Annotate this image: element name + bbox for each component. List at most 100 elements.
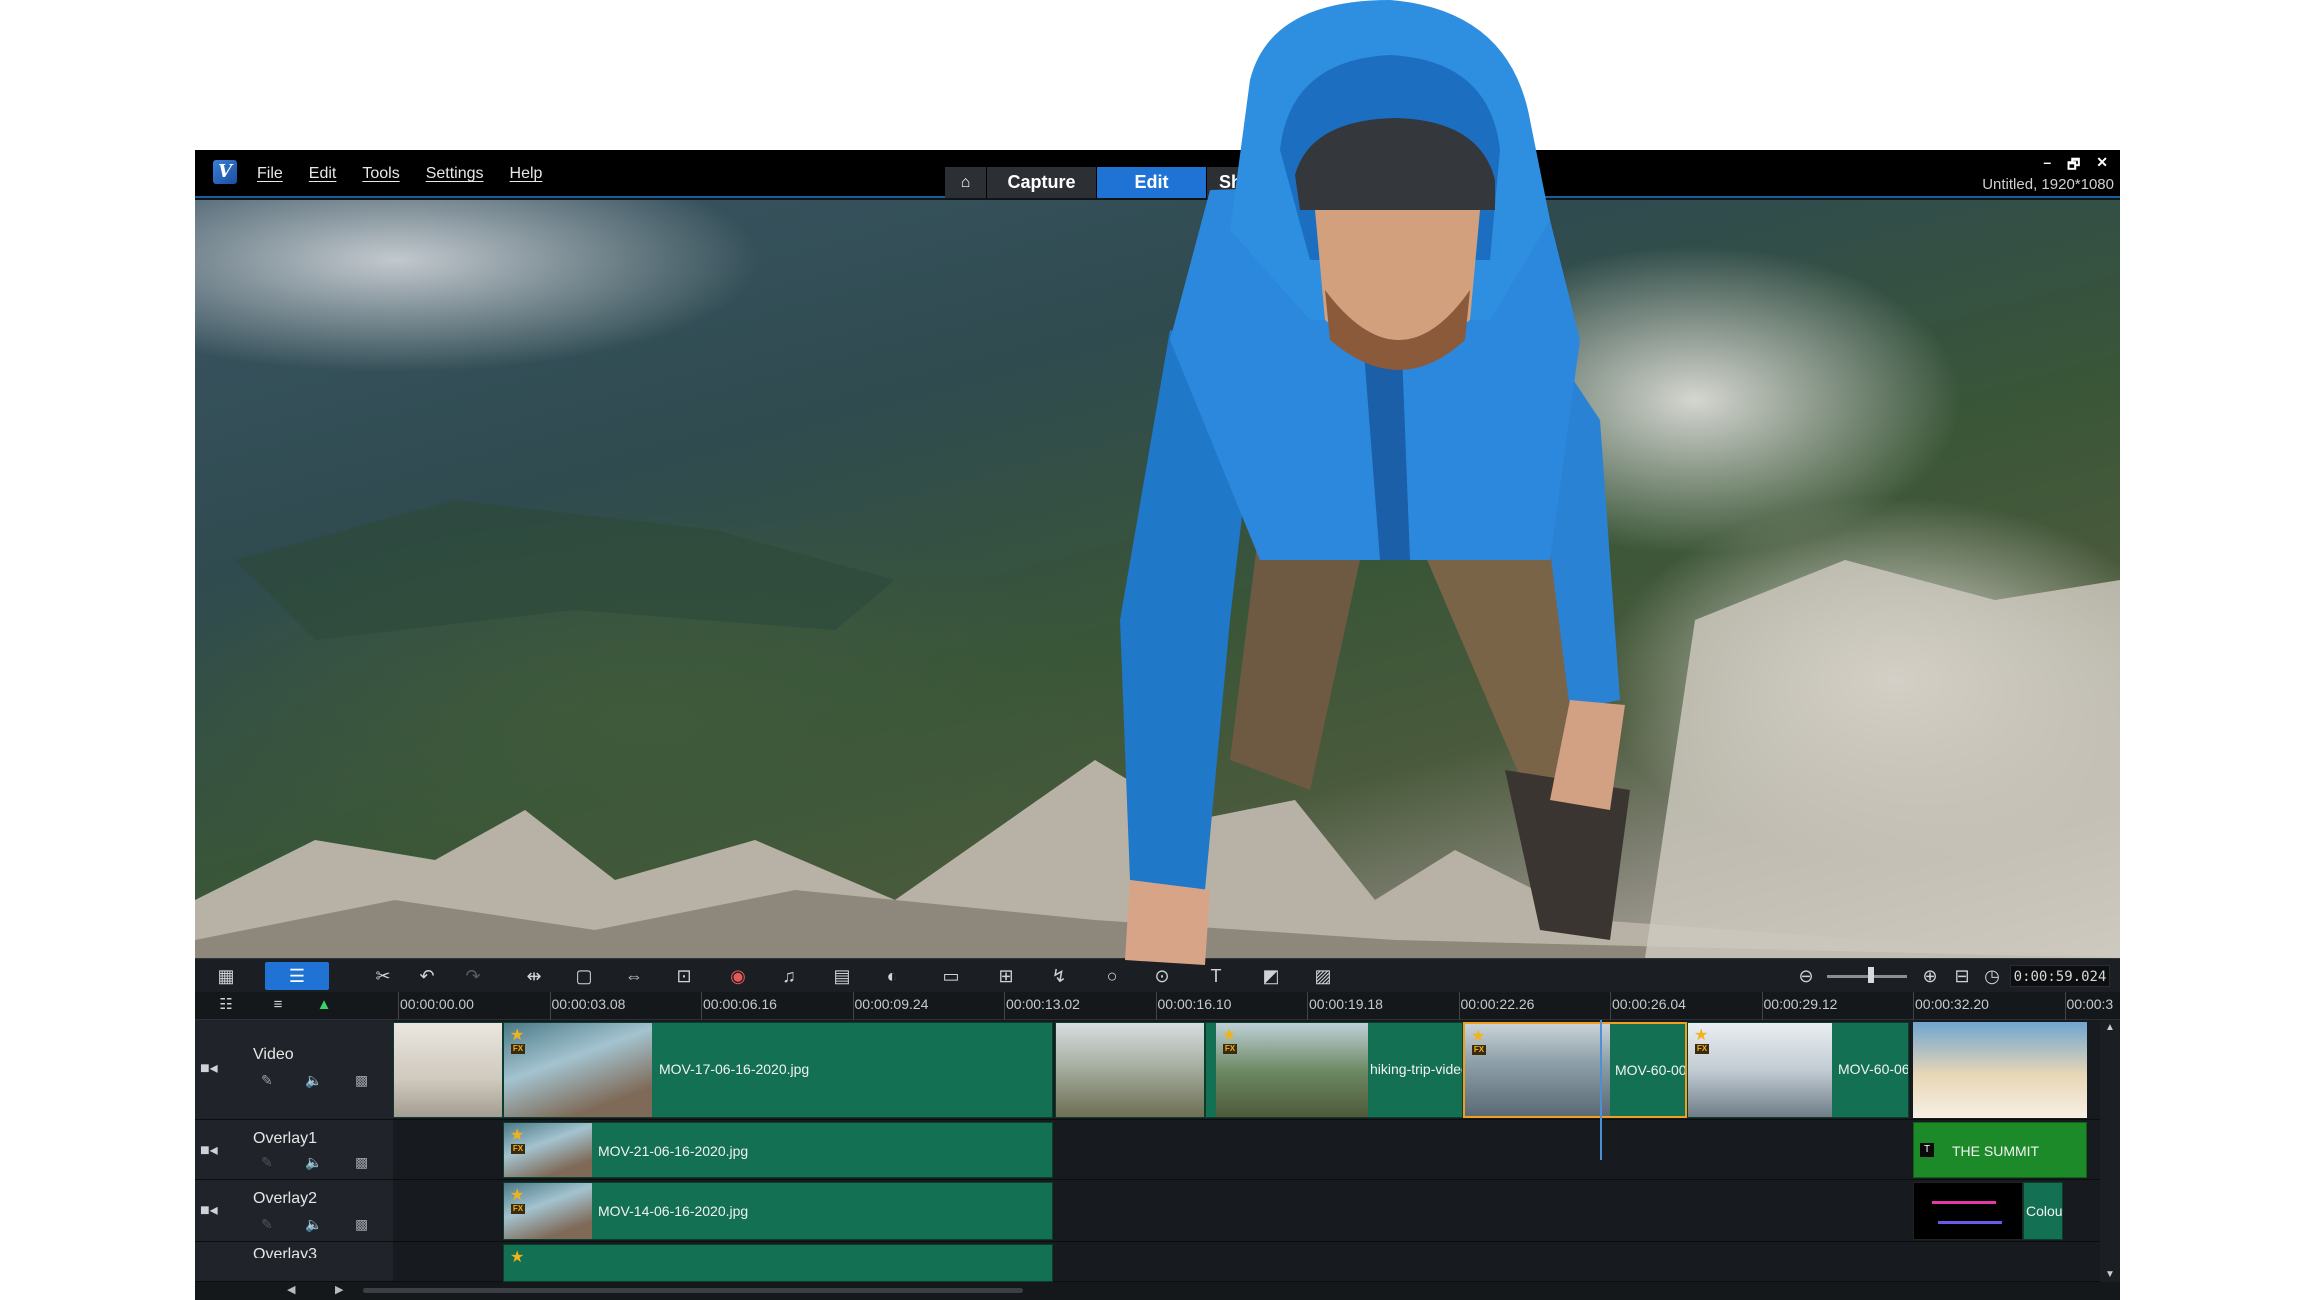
split-screen-icon[interactable]: ⊞ <box>995 966 1017 986</box>
track-header-overlay2: ■◂ Overlay2 ✎ 🔈 ▩ <box>195 1180 393 1242</box>
overlay1-clip[interactable]: ★ FX MOV-21-06-16-2020.jpg <box>503 1122 1053 1178</box>
ripple-edit-icon[interactable]: ✎ <box>261 1216 273 1233</box>
subtitle-icon[interactable]: ▭ <box>940 966 962 986</box>
favorite-star-icon: ★ <box>1471 1028 1486 1045</box>
video-clip-4[interactable]: hi ★ FX hiking-trip-video <box>1205 1022 1463 1118</box>
track-lane-video[interactable]: ★ FX MOV-17-06-16-2020.jpg hi ★ FX hikin… <box>393 1020 2100 1120</box>
timeline-ruler[interactable]: ☷ ≡ ▲ 00:00:00.00 00:00:03.08 00:00:06.16 0… <box>195 992 2120 1020</box>
ripple-edit-icon[interactable]: ✎ <box>261 1154 273 1171</box>
audio-mixer-icon[interactable]: ♫ <box>778 966 800 986</box>
favorite-star-icon: ★ <box>1222 1027 1237 1044</box>
track-options-icon[interactable]: ▩ <box>355 1216 368 1233</box>
ruler-tick-line <box>1761 992 1763 1020</box>
clip-thumbnail <box>1913 1022 2087 1118</box>
playhead[interactable] <box>1600 1020 1602 1160</box>
track-header-video: ■◂ Video ✎ 🔈 ▩ <box>195 1020 393 1120</box>
track-options-icon[interactable]: ▩ <box>355 1154 368 1171</box>
add-marker-icon[interactable]: ▲ <box>313 995 335 1015</box>
zoom-slider-thumb[interactable] <box>1868 967 1874 983</box>
track-manager-icon[interactable]: ☷ <box>215 995 237 1015</box>
clip-label: MOV-21-06-16-2020.jpg <box>598 1143 749 1159</box>
motion-tracking-icon[interactable]: ↯ <box>1048 966 1070 986</box>
mute-icon[interactable]: 🔈 <box>305 1072 322 1089</box>
favorite-star-icon: ★ <box>1694 1027 1709 1044</box>
track-name-overlay3: Overlay3 <box>253 1246 318 1258</box>
overlay-track-icon: ■◂ <box>200 1142 218 1159</box>
close-icon[interactable]: ✕ <box>2096 154 2108 178</box>
track-lane-overlay2[interactable]: ★ FX MOV-14-06-16-2020.jpg Colou <box>393 1180 2100 1242</box>
video-clip-3[interactable] <box>1055 1022 1205 1118</box>
minimize-icon[interactable]: – <box>2043 154 2051 178</box>
menu-edit[interactable]: Edit <box>309 165 337 183</box>
horizontal-scrollbar[interactable]: ◀ ▶ <box>195 1282 2120 1300</box>
zoom-slider[interactable] <box>1827 975 1907 978</box>
chapter-cue-icon[interactable]: ≡ <box>267 995 289 1015</box>
vertical-scrollbar[interactable]: ▲ ▼ <box>2100 1020 2120 1282</box>
mute-icon[interactable]: 🔈 <box>305 1154 322 1171</box>
tools-icon[interactable]: ✂ <box>372 966 394 986</box>
video-clip-5-selected[interactable]: ★ FX MOV-60-00 <box>1463 1022 1687 1118</box>
scroll-down-icon[interactable]: ▼ <box>2105 1269 2115 1280</box>
clip-label: hiking-trip-video <box>1370 1061 1463 1077</box>
multicam-icon[interactable]: ▤ <box>831 966 853 986</box>
mask-icon[interactable]: ◐ <box>881 966 903 986</box>
ruler-tick-label: 00:00:13.02 <box>1006 996 1080 1012</box>
home-icon: ⌂ <box>960 173 971 191</box>
video-track-icon: ■◂ <box>200 1060 218 1077</box>
tab-capture[interactable]: Capture <box>987 167 1097 198</box>
ruler-tick-label: 00:00:22.26 <box>1460 996 1535 1012</box>
menu-tools[interactable]: Tools <box>362 165 399 183</box>
fit-project-icon[interactable]: ⊟ <box>1951 966 1973 986</box>
scroll-right-icon[interactable]: ▶ <box>335 1283 343 1296</box>
tab-home[interactable]: ⌂ <box>945 167 987 198</box>
zoom-out-icon[interactable]: ⊖ <box>1795 966 1817 986</box>
resize-icon[interactable]: ⊡ <box>673 966 695 986</box>
color-bar-magenta <box>1932 1201 1996 1204</box>
undo-icon[interactable]: ↶ <box>416 966 438 986</box>
mute-icon[interactable]: 🔈 <box>305 1216 322 1233</box>
title-clip[interactable]: T THE SUMMIT <box>1913 1122 2087 1178</box>
video-clip-1[interactable] <box>393 1022 503 1118</box>
track-options-icon[interactable]: ▩ <box>355 1072 368 1089</box>
clip-thumbnail <box>1465 1024 1610 1116</box>
track-lane-overlay1[interactable]: ★ FX MOV-21-06-16-2020.jpg T THE SUMMIT <box>393 1120 2100 1180</box>
zoom-in-icon[interactable]: ⊕ <box>1919 966 1941 986</box>
clip-label: Colou <box>2026 1203 2063 1219</box>
ruler-tick-label: 00:00:26.04 <box>1612 996 1686 1012</box>
menu-settings[interactable]: Settings <box>426 165 484 183</box>
ruler-tick-label: 00:00:09.24 <box>854 996 929 1012</box>
overlay3-clip[interactable]: ★ <box>503 1244 1053 1282</box>
scroll-up-icon[interactable]: ▲ <box>2105 1022 2115 1033</box>
video-clip-2[interactable]: ★ FX MOV-17-06-16-2020.jpg <box>503 1022 1053 1118</box>
crop-icon[interactable]: ▢ <box>573 966 595 986</box>
redo-icon[interactable]: ↷ <box>462 966 484 986</box>
ruler-tick-label: 00:00:06.16 <box>703 996 777 1012</box>
overlay2-clip[interactable]: ★ FX MOV-14-06-16-2020.jpg <box>503 1182 1053 1240</box>
ruler-tick-label: 00:00:16.10 <box>1157 996 1232 1012</box>
ruler-tick-label: 00:00:00.00 <box>400 996 474 1012</box>
menu-help[interactable]: Help <box>510 165 543 183</box>
color-grading-icon[interactable]: ◉ <box>727 966 749 986</box>
split-icon[interactable]: ⇔ <box>623 966 645 986</box>
video-clip-7[interactable] <box>1913 1022 2087 1118</box>
ruler-tick-line <box>1004 992 1005 1020</box>
track-name-video: Video <box>253 1046 294 1063</box>
screenshot-stage: { "menu": ["File", "Edit", "Tools", "Set… <box>0 0 2310 1300</box>
video-clip-6[interactable]: ★ FX MOV-60-06- <box>1687 1022 1909 1118</box>
ruler-tick-line <box>852 992 854 1020</box>
app-logo-icon: V <box>213 160 237 184</box>
storyboard-view-icon[interactable]: ▦ <box>215 966 237 986</box>
track-lane-overlay3[interactable]: ★ <box>393 1242 2100 1282</box>
color-bar-blue <box>1938 1221 2002 1224</box>
menu-file[interactable]: File <box>257 165 283 183</box>
restore-icon[interactable]: 🗗 <box>2067 154 2080 178</box>
favorite-star-icon: ★ <box>510 1187 525 1204</box>
horizontal-scroll-thumb[interactable] <box>363 1288 1023 1293</box>
color-clip-label-area[interactable]: Colou <box>2023 1182 2063 1240</box>
title-icon: T <box>1920 1143 1934 1157</box>
ripple-edit-icon[interactable]: ✎ <box>261 1072 273 1089</box>
ruler-tick-line <box>701 992 702 1020</box>
scroll-left-icon[interactable]: ◀ <box>287 1283 295 1296</box>
fit-timeline-icon[interactable]: ⇹ <box>523 966 545 986</box>
color-clip[interactable] <box>1913 1182 2023 1240</box>
